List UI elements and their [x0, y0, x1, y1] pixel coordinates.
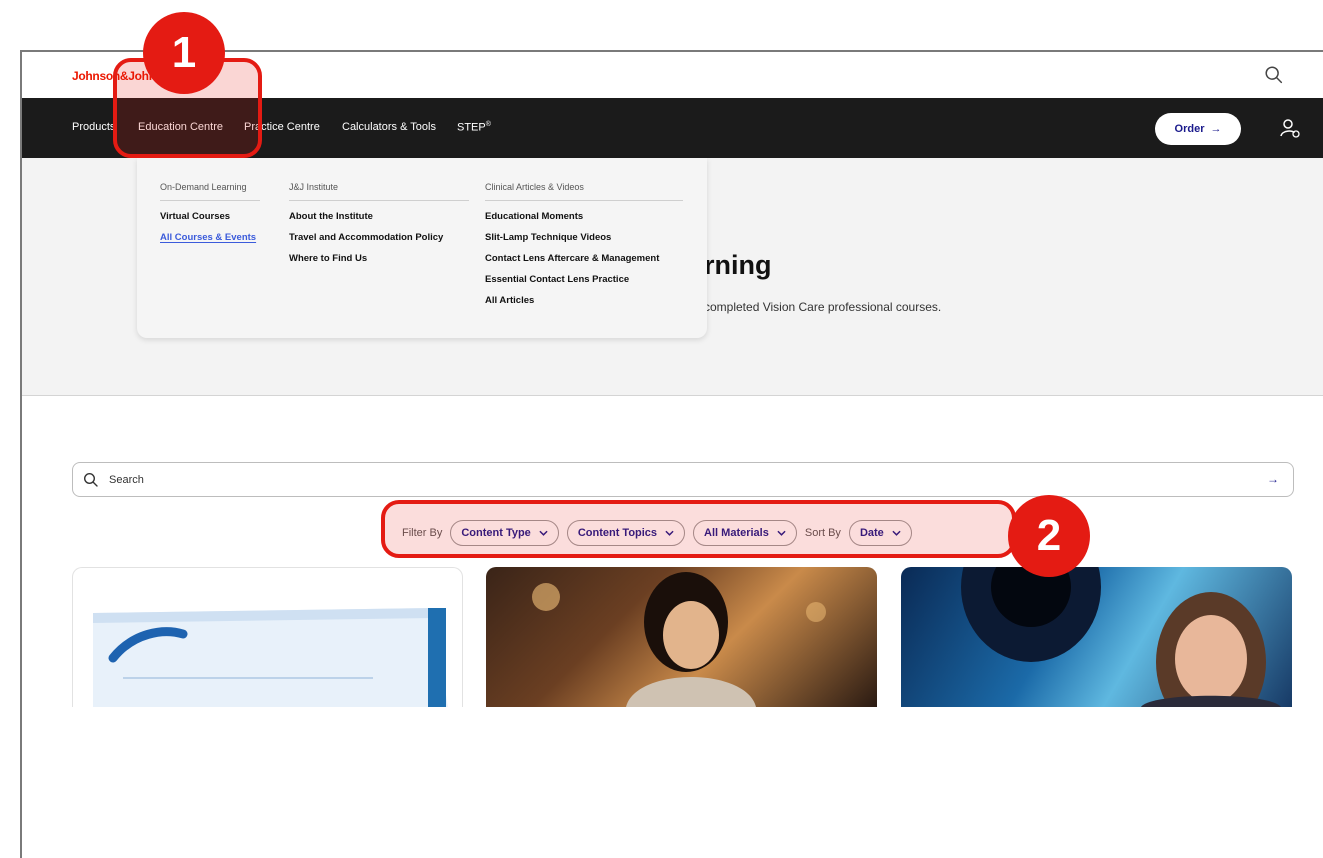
annotation-badge-2: 2	[1008, 495, 1090, 577]
menu-column-heading: Clinical Articles & Videos	[485, 182, 683, 201]
menu-column-on-demand: On-Demand Learning Virtual Courses All C…	[160, 182, 260, 253]
menu-link-all-articles[interactable]: All Articles	[485, 295, 683, 306]
menu-column-heading: On-Demand Learning	[160, 182, 260, 201]
nav-item-step[interactable]: STEP®	[457, 121, 491, 134]
browser-frame: Johnson&Johnson Products Education Centr…	[20, 50, 1323, 858]
nav-item-products[interactable]: Products	[72, 121, 115, 133]
menu-column-heading: J&J Institute	[289, 182, 469, 201]
hero-subtitle: completed Vision Care professional cours…	[704, 300, 942, 314]
menu-link-all-courses-events[interactable]: All Courses & Events	[160, 232, 260, 243]
course-search-bar: →	[72, 462, 1294, 497]
menu-link-about-institute[interactable]: About the Institute	[289, 211, 469, 222]
search-input[interactable]	[109, 463, 1249, 496]
menu-link-essential-practice[interactable]: Essential Contact Lens Practice	[485, 274, 683, 285]
course-card-product-image[interactable]	[72, 567, 463, 707]
registered-mark: ®	[485, 121, 491, 128]
user-account-icon[interactable]	[1278, 116, 1302, 140]
menu-column-jj-institute: J&J Institute About the Institute Travel…	[289, 182, 469, 274]
contact-lens-box-image	[93, 608, 448, 707]
arrow-right-icon: →	[1210, 123, 1222, 135]
nav-item-step-label: STEP	[457, 121, 486, 134]
education-centre-mega-menu: On-Demand Learning Virtual Courses All C…	[137, 158, 707, 338]
menu-link-educational-moments[interactable]: Educational Moments	[485, 211, 683, 222]
hero-title: rning	[704, 250, 772, 280]
order-button-label: Order	[1174, 123, 1205, 135]
menu-link-slit-lamp-videos[interactable]: Slit-Lamp Technique Videos	[485, 232, 683, 243]
search-submit-arrow-icon[interactable]: →	[1267, 472, 1279, 486]
annotation-badge-1: 1	[143, 12, 225, 94]
menu-column-clinical-articles: Clinical Articles & Videos Educational M…	[485, 182, 683, 316]
menu-link-aftercare-management[interactable]: Contact Lens Aftercare & Management	[485, 253, 683, 264]
course-card-eye-presenter-image[interactable]	[901, 567, 1292, 707]
menu-link-where-to-find-us[interactable]: Where to Find Us	[289, 253, 469, 264]
woman-reading-image	[532, 572, 826, 707]
order-button[interactable]: Order →	[1155, 113, 1241, 145]
search-icon[interactable]	[1263, 64, 1285, 86]
nav-item-calculators-tools[interactable]: Calculators & Tools	[342, 121, 436, 133]
course-card-person-laptop-image[interactable]	[486, 567, 877, 707]
menu-link-travel-policy[interactable]: Travel and Accommodation Policy	[289, 232, 469, 243]
menu-link-virtual-courses[interactable]: Virtual Courses	[160, 211, 260, 222]
eye-and-presenter-image	[961, 567, 1281, 707]
search-icon	[83, 472, 98, 487]
annotation-highlight-filters	[381, 500, 1016, 558]
